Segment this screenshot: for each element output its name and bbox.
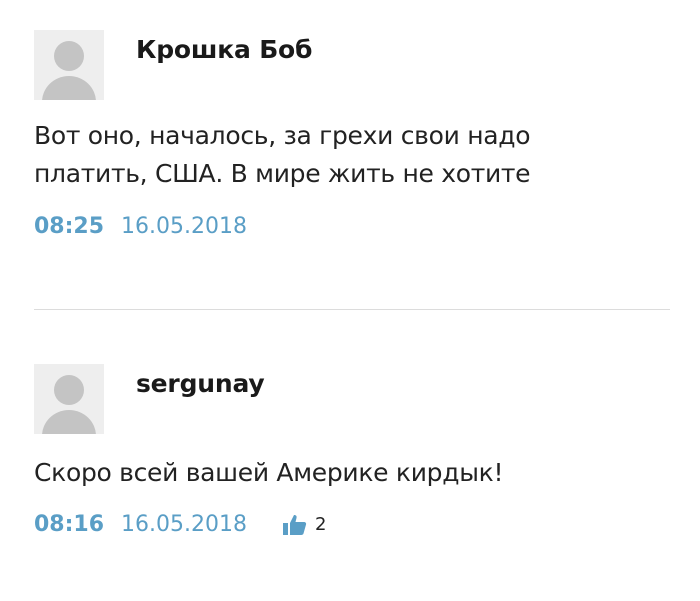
avatar[interactable] xyxy=(34,364,104,434)
comment: Крошка Боб Вот оно, началось, за грехи с… xyxy=(34,30,670,239)
comment-meta: 08:25 16.05.2018 xyxy=(34,214,670,239)
avatar[interactable] xyxy=(34,30,104,100)
comment-meta: 08:16 16.05.2018 2 xyxy=(34,512,670,537)
comment-text: Вот оно, началось, за грехи свои надо пл… xyxy=(34,121,531,188)
comment-time: 08:25 xyxy=(34,214,105,239)
comment-date: 16.05.2018 xyxy=(121,214,247,239)
comment-time: 08:16 xyxy=(34,512,105,537)
thumbs-up-icon xyxy=(283,514,307,535)
user-placeholder-icon xyxy=(42,41,96,100)
comment-author[interactable]: sergunay xyxy=(136,369,265,398)
like-count: 2 xyxy=(315,514,327,535)
user-placeholder-icon xyxy=(42,375,96,434)
divider xyxy=(34,309,670,310)
comment-text: Скоро всей вашей Америке кирдык! xyxy=(34,458,504,487)
comment-header: Крошка Боб xyxy=(34,30,670,100)
like-button[interactable]: 2 xyxy=(283,514,326,536)
comment: sergunay Скоро всей вашей Америке кирдык… xyxy=(34,364,670,537)
comment-header: sergunay xyxy=(34,364,670,434)
comment-date: 16.05.2018 xyxy=(121,512,247,537)
comment-author[interactable]: Крошка Боб xyxy=(136,35,312,64)
